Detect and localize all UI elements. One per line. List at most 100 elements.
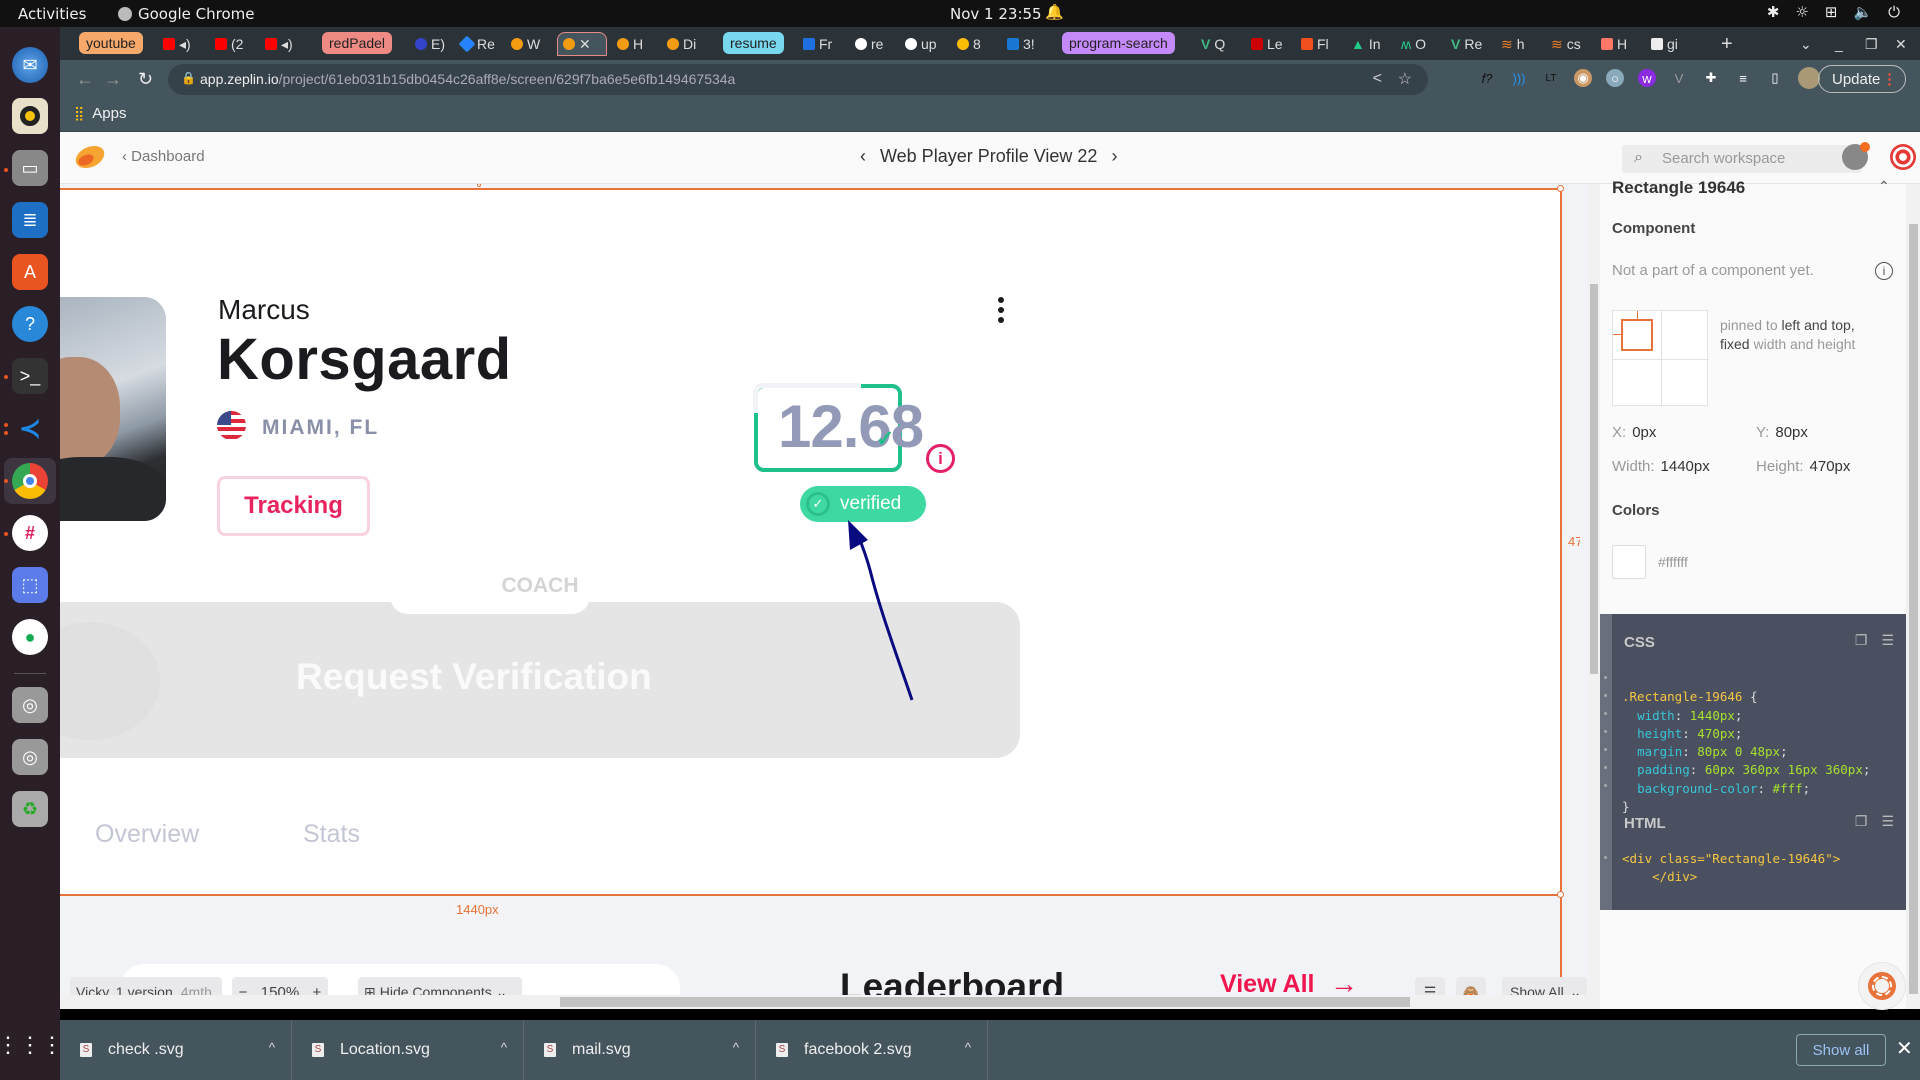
address-bar[interactable]: 🔒 app.zeplin.io/project/61eb031b15db0454… — [168, 64, 1428, 95]
screenshot-icon[interactable]: ⬚ — [12, 567, 48, 603]
system-tray[interactable]: ✱ ☼ ⊞ 🔈 ⏻ — [1767, 3, 1900, 21]
extension-wave-icon[interactable]: ))) — [1510, 69, 1528, 87]
tracking-button[interactable]: Tracking — [217, 476, 370, 536]
clock[interactable]: Nov 1 23:55 — [950, 5, 1042, 23]
browser-tab[interactable]: Re — [456, 32, 500, 56]
tab-close-icon[interactable]: ✕ — [579, 36, 591, 53]
rhythmbox-icon[interactable] — [12, 98, 48, 134]
info-icon[interactable]: i — [926, 444, 955, 473]
design-canvas[interactable]: Marcus Korsgaard MIAMI, FL Tracking 12.6… — [60, 184, 1588, 1009]
forward-icon[interactable]: → — [104, 69, 122, 90]
files-icon[interactable]: ▭ — [12, 150, 48, 186]
extension-vue-devtools-icon[interactable]: V — [1670, 69, 1688, 87]
show-apps-icon[interactable]: ⋮⋮⋮ — [0, 1027, 63, 1063]
previous-screen-icon[interactable]: ‹ — [860, 146, 866, 167]
more-options-icon[interactable] — [996, 297, 1006, 331]
bookmark-star-icon[interactable]: ☆ — [1398, 69, 1412, 89]
browser-tab[interactable]: Di — [662, 32, 701, 56]
y-value[interactable]: 80px — [1775, 424, 1808, 441]
tab-search-icon[interactable]: ⌄ — [1795, 32, 1817, 56]
writer-icon[interactable]: ≣ — [12, 202, 48, 238]
chevron-up-icon[interactable]: ^ — [733, 1040, 739, 1055]
help-icon[interactable]: ? — [12, 306, 48, 342]
color-hex[interactable]: #ffffff — [1658, 554, 1688, 570]
browser-tab[interactable]: H — [1596, 32, 1632, 56]
browser-tab[interactable]: 3! — [1002, 32, 1040, 56]
app-menu[interactable]: Google Chrome — [118, 5, 255, 23]
download-item[interactable]: Smail.svg ^ — [524, 1020, 756, 1080]
copy-html-icon[interactable]: ❐ — [1855, 813, 1868, 830]
tab-group-program-search[interactable]: program-search — [1062, 32, 1175, 54]
browser-tab-active[interactable]: ✕ — [557, 32, 607, 56]
next-screen-icon[interactable]: › — [1111, 146, 1117, 167]
selection-handle[interactable] — [1557, 891, 1564, 898]
reload-icon[interactable]: ↻ — [138, 69, 153, 90]
browser-tab[interactable]: ≋ h — [1496, 32, 1530, 56]
browser-tab[interactable]: W — [506, 32, 545, 56]
tab-overview[interactable]: Overview — [95, 820, 199, 849]
html-settings-icon[interactable]: ☰ — [1881, 813, 1894, 830]
browser-tab[interactable]: ▲ In — [1346, 32, 1386, 56]
browser-tab[interactable]: gi — [1646, 32, 1683, 56]
url-text[interactable]: app.zeplin.io/project/61eb031b15db0454c2… — [200, 71, 735, 87]
notification-bell-icon[interactable]: 🔔 — [1045, 3, 1064, 21]
chrome-dock-icon[interactable] — [12, 463, 48, 499]
profile-avatar[interactable] — [1798, 67, 1820, 89]
extension-ring-icon[interactable]: ○ — [1606, 69, 1624, 87]
mongodb-compass-icon[interactable]: ● — [12, 619, 48, 655]
extension-w-icon[interactable]: w — [1638, 69, 1656, 87]
media-control-icon[interactable]: ≡ — [1734, 69, 1752, 87]
side-panel-icon[interactable]: ▯ — [1766, 69, 1784, 87]
user-avatar[interactable] — [1890, 144, 1916, 170]
browser-tab[interactable]: ʍO — [1396, 32, 1431, 56]
software-center-icon[interactable]: A — [12, 254, 48, 290]
restore-icon[interactable]: ❐ — [1860, 32, 1883, 56]
chevron-up-icon[interactable]: ^ — [269, 1040, 275, 1055]
html-code[interactable]: <div class="Rectangle-19646"> </div> — [1622, 850, 1840, 887]
notifications-icon[interactable] — [1842, 142, 1870, 170]
x-value[interactable]: 0px — [1632, 424, 1656, 441]
vscode-icon[interactable]: ≺ — [12, 410, 48, 446]
chevron-up-icon[interactable]: ^ — [965, 1040, 971, 1055]
browser-tab[interactable]: Fl — [1296, 32, 1334, 56]
power-icon[interactable]: ⏻ — [1888, 3, 1900, 21]
selected-layer-rectangle[interactable]: Marcus Korsgaard MIAMI, FL Tracking 12.6… — [60, 188, 1560, 894]
new-tab-button[interactable]: + — [1716, 32, 1738, 56]
volume-icon[interactable]: 🔈 — [1853, 3, 1872, 21]
info-icon[interactable]: i — [1875, 262, 1893, 280]
lock-icon[interactable]: 🔒 — [181, 71, 196, 85]
css-settings-icon[interactable]: ☰ — [1881, 632, 1894, 649]
browser-tab[interactable]: ◂) — [158, 32, 196, 56]
update-button[interactable]: Update ⋮ — [1818, 65, 1906, 93]
download-item[interactable]: Sfacebook 2.svg ^ — [756, 1020, 988, 1080]
trash-icon[interactable]: ♻ — [12, 791, 48, 827]
activities-button[interactable]: Activities — [18, 5, 86, 23]
css-code[interactable]: .Rectangle-19646 { width: 1440px; height… — [1622, 670, 1870, 816]
tab-stats[interactable]: Stats — [303, 820, 360, 849]
collapse-icon[interactable]: ⌃ — [1878, 178, 1890, 195]
show-all-downloads-button[interactable]: Show all — [1796, 1034, 1886, 1066]
browser-tab[interactable]: ≋ cs — [1546, 32, 1586, 56]
download-item[interactable]: Scheck .svg ^ — [60, 1020, 292, 1080]
browser-tab[interactable]: (2 — [210, 32, 248, 56]
workspace-search-input[interactable]: ⌕ Search workspace — [1622, 145, 1862, 173]
zeplin-logo-icon[interactable] — [72, 142, 108, 172]
network-icon[interactable]: ⊞ — [1825, 3, 1838, 21]
back-icon[interactable]: ← — [76, 69, 94, 90]
thunderbird-icon[interactable]: ✉ — [12, 47, 48, 83]
copy-css-icon[interactable]: ❐ — [1855, 632, 1868, 649]
brightness-icon[interactable]: ☼ — [1795, 3, 1808, 21]
browser-tab[interactable]: H — [612, 32, 648, 56]
apps-shortcut[interactable]: ⣿ Apps — [74, 105, 126, 122]
selection-handle[interactable] — [1557, 185, 1564, 192]
extension-fx-icon[interactable]: f? — [1478, 69, 1496, 87]
tab-group-resume[interactable]: resume — [723, 32, 784, 54]
horizontal-scrollbar[interactable] — [60, 995, 1588, 1009]
download-item[interactable]: S Location.svg ^ — [292, 1020, 524, 1080]
browser-tab[interactable]: V Re — [1446, 32, 1487, 56]
disk-icon-2[interactable]: ◎ — [12, 739, 48, 775]
chevron-up-icon[interactable]: ^ — [501, 1040, 507, 1055]
terminal-icon[interactable]: >_ — [12, 358, 48, 394]
extensions-puzzle-icon[interactable]: ✚ — [1702, 69, 1720, 87]
extension-languagetool-icon[interactable]: LT — [1542, 69, 1560, 87]
